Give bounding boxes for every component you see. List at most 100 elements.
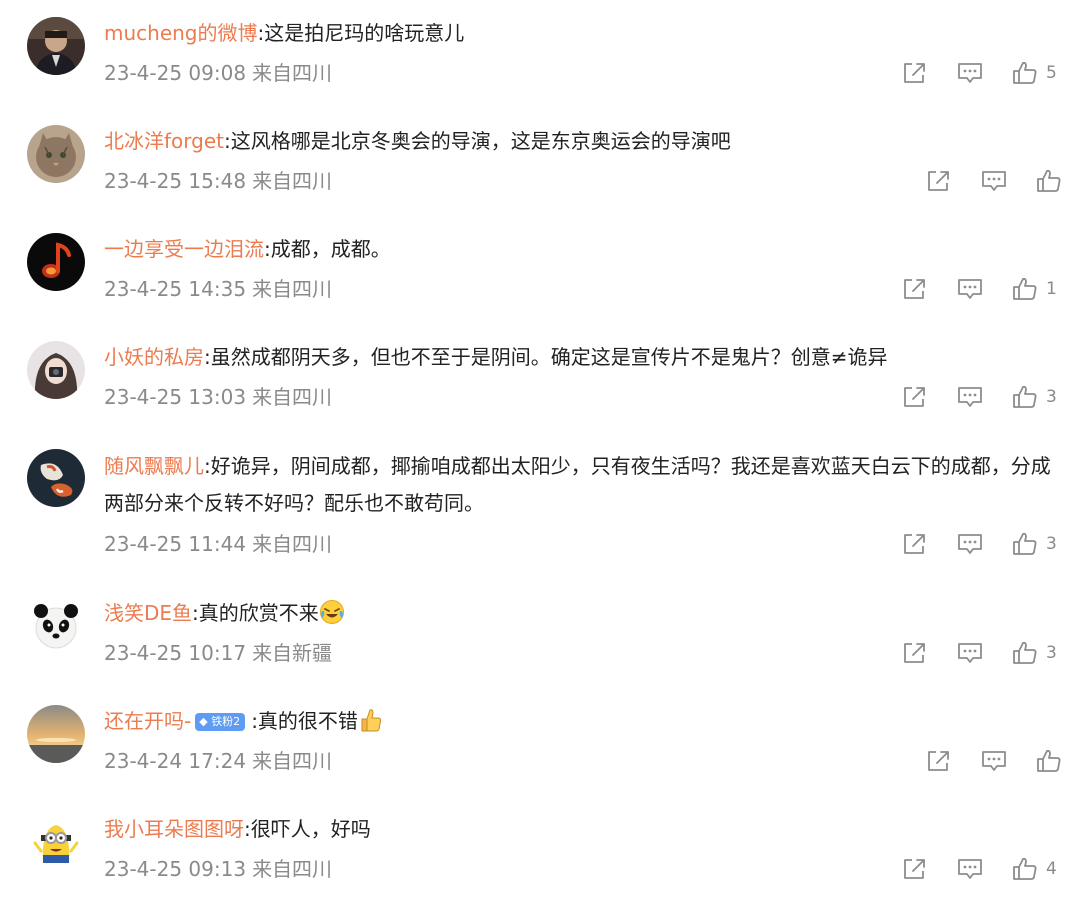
reply-button[interactable] [956, 639, 984, 667]
thumbs-up-icon [1013, 61, 1037, 84]
comment-meta: 23-4-25 09:08 来自四川 [104, 58, 332, 88]
comment-text: :虽然成都阴天多，但也不至于是阴间。确定这是宣传片不是鬼片？创意≠诡异 [204, 345, 888, 369]
comment-line: mucheng的微博:这是拍尼玛的啥玩意儿 [104, 15, 1064, 51]
comment-line: 随风飘飘儿:好诡异，阴间成都，揶揄咱成都出太阳少，只有夜生活吗？我还是喜欢蓝天白… [104, 448, 1064, 522]
comment-username[interactable]: 随风飘飘儿 [104, 454, 204, 478]
like-button[interactable] [1011, 59, 1039, 87]
share-icon [904, 534, 925, 554]
share-button[interactable] [925, 747, 953, 775]
like-count: 4 [1046, 859, 1057, 879]
thumbs-up-icon [1037, 749, 1061, 772]
reply-button[interactable] [956, 530, 984, 558]
comment-username[interactable]: 我小耳朵图图呀 [104, 817, 244, 841]
comment-line: 浅笑DE鱼:真的欣赏不来 [104, 595, 1064, 636]
reply-button[interactable] [980, 167, 1008, 195]
comment-text: :真的欣赏不来 [192, 601, 319, 625]
comment-username[interactable]: 一边享受一边泪流 [104, 237, 264, 261]
reply-button[interactable] [956, 383, 984, 411]
like-count: 5 [1046, 63, 1057, 83]
like-button[interactable] [1011, 530, 1039, 558]
avatar[interactable] [27, 341, 85, 399]
comment-text: :这是拍尼玛的啥玩意儿 [257, 21, 465, 45]
avatar[interactable] [27, 597, 85, 655]
share-button[interactable] [901, 275, 929, 303]
comment-location: 来自四川 [252, 857, 333, 881]
comment-username[interactable]: 还在开吗- [104, 709, 191, 733]
comment-time: 23-4-25 13:03 [104, 385, 247, 409]
comment-line: 我小耳朵图图呀:很吓人，好吗 [104, 811, 1064, 847]
avatar[interactable] [27, 125, 85, 183]
thumbs-up-emoji [358, 707, 382, 744]
like-button[interactable] [1011, 383, 1039, 411]
comment-line: 一边享受一边泪流:成都，成都。 [104, 231, 1064, 267]
comment-icon [982, 171, 1006, 191]
avatar[interactable] [27, 17, 85, 75]
share-button[interactable] [901, 59, 929, 87]
like-button[interactable] [1011, 275, 1039, 303]
comment-location: 来自四川 [252, 61, 333, 85]
thumbs-up-icon [1013, 277, 1037, 300]
like-count: 3 [1046, 534, 1057, 554]
comment-location: 来自四川 [252, 277, 333, 301]
share-button[interactable] [901, 530, 929, 558]
comment-time: 23-4-24 17:24 [104, 749, 247, 773]
share-icon [928, 751, 949, 771]
reply-button[interactable] [980, 747, 1008, 775]
like-button[interactable] [1011, 639, 1039, 667]
like-button[interactable] [1011, 855, 1039, 883]
comment-meta: 23-4-25 15:48 来自四川 [104, 166, 332, 196]
comment-line: 北冰洋forget:这风格哪是北京冬奥会的导演，这是东京奥运会的导演吧 [104, 123, 1064, 159]
comment-location: 来自四川 [252, 169, 333, 193]
like-button[interactable] [1035, 747, 1063, 775]
reply-button[interactable] [956, 855, 984, 883]
thumbs-up-icon [1013, 385, 1037, 408]
share-icon [928, 171, 949, 191]
fan-badge-label: 铁粉2 [211, 715, 241, 728]
reply-button[interactable] [956, 59, 984, 87]
fan-badge[interactable]: ◆ 铁粉2 [195, 713, 246, 731]
comment-icon [958, 279, 982, 299]
avatar[interactable] [27, 813, 85, 871]
comment-location: 来自四川 [252, 385, 333, 409]
comment-location: 来自四川 [252, 532, 333, 556]
comment-icon [958, 387, 982, 407]
avatar[interactable] [27, 449, 85, 507]
comment-time: 23-4-25 14:35 [104, 277, 247, 301]
share-button[interactable] [901, 855, 929, 883]
thumbs-up-icon [1013, 857, 1037, 880]
share-button[interactable] [901, 639, 929, 667]
comment-line: 小妖的私房:虽然成都阴天多，但也不至于是阴间。确定这是宣传片不是鬼片？创意≠诡异 [104, 339, 1064, 375]
share-button[interactable] [901, 383, 929, 411]
comment-text: :好诡异，阴间成都，揶揄咱成都出太阳少，只有夜生活吗？我还是喜欢蓝天白云下的成都… [104, 454, 1051, 515]
comment-meta: 23-4-25 14:35 来自四川 [104, 274, 332, 304]
comment-meta: 23-4-25 09:13 来自四川 [104, 854, 332, 884]
comment-text: :很吓人，好吗 [244, 817, 371, 841]
comment-time: 23-4-25 11:44 [104, 532, 247, 556]
like-button[interactable] [1035, 167, 1063, 195]
comment-icon [958, 643, 982, 663]
avatar[interactable] [27, 705, 85, 763]
comment-icon [958, 534, 982, 554]
share-button[interactable] [925, 167, 953, 195]
share-icon [904, 63, 925, 83]
thumbs-up-icon [1037, 169, 1061, 192]
comment-line: 还在开吗- ◆ 铁粉2 :真的很不错 [104, 703, 1064, 744]
comment-username[interactable]: 小妖的私房 [104, 345, 204, 369]
comment-meta: 23-4-24 17:24 来自四川 [104, 746, 332, 776]
comment-icon [958, 63, 982, 83]
comment-time: 23-4-25 09:13 [104, 857, 247, 881]
like-count: 3 [1046, 387, 1057, 407]
comment-username[interactable]: 浅笑DE鱼 [104, 601, 192, 625]
like-count: 1 [1046, 279, 1057, 299]
avatar[interactable] [27, 233, 85, 291]
comment-text: :真的很不错 [251, 709, 358, 733]
reply-button[interactable] [956, 275, 984, 303]
share-icon [904, 279, 925, 299]
comment-time: 23-4-25 09:08 [104, 61, 247, 85]
comment-icon [958, 859, 982, 879]
comment-username[interactable]: 北冰洋forget [104, 129, 224, 153]
comment-text: :成都，成都。 [264, 237, 391, 261]
comment-meta: 23-4-25 11:44 来自四川 [104, 529, 332, 559]
comment-username[interactable]: mucheng的微博 [104, 21, 258, 45]
comment-text: :这风格哪是北京冬奥会的导演，这是东京奥运会的导演吧 [224, 129, 731, 153]
